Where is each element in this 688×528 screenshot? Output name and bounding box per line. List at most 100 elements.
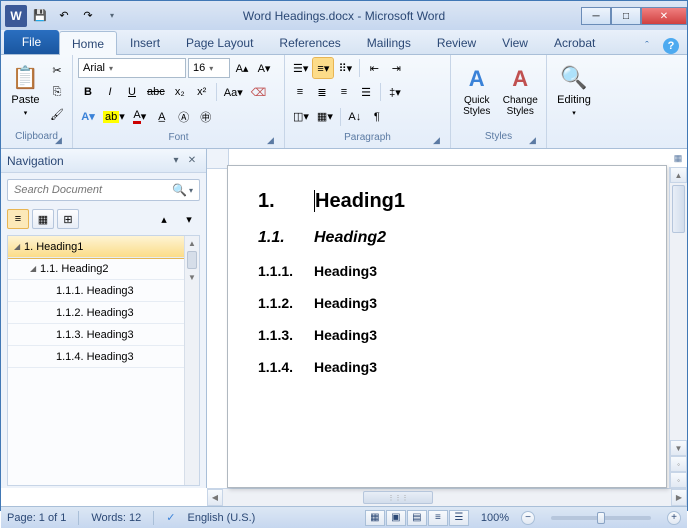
draft-view[interactable]: ☰ (449, 510, 469, 526)
nav-headings-view[interactable]: ≡ (7, 209, 29, 229)
tab-acrobat[interactable]: Acrobat (541, 30, 608, 54)
tab-view[interactable]: View (489, 30, 541, 54)
quick-styles-button[interactable]: A Quick Styles (456, 58, 498, 124)
nav-close-icon[interactable]: ✕ (184, 153, 200, 169)
proofing-icon[interactable]: ✓ (166, 511, 175, 524)
browse-next-icon[interactable]: ◦ (670, 472, 687, 488)
scroll-left-icon[interactable]: ◀ (207, 489, 223, 506)
web-view[interactable]: ▤ (407, 510, 427, 526)
status-page[interactable]: Page: 1 of 1 (7, 512, 66, 524)
doc-heading[interactable]: 1.1.2.Heading3 (258, 295, 636, 311)
borders-button[interactable]: ▦▾ (314, 107, 336, 127)
zoom-level[interactable]: 100% (481, 512, 509, 524)
highlight-button[interactable]: ab▾ (100, 107, 128, 127)
nav-results-view[interactable]: ⊞ (57, 209, 79, 229)
scroll-down-icon[interactable]: ▼ (670, 440, 687, 456)
bullets-button[interactable]: ☰▾ (290, 58, 311, 78)
doc-heading[interactable]: 1.1.4.Heading3 (258, 359, 636, 375)
expand-icon[interactable]: ◢ (30, 264, 40, 273)
tab-references[interactable]: References (266, 30, 353, 54)
align-center-button[interactable]: ≣ (312, 82, 332, 102)
nav-item[interactable]: 1.1.2. Heading3 (8, 302, 199, 324)
shading-button[interactable]: ◫▾ (290, 107, 312, 127)
font-name-combo[interactable]: Arial▾ (78, 58, 186, 78)
strike-button[interactable]: abc (144, 82, 168, 102)
zoom-out-button[interactable]: − (521, 511, 535, 525)
tab-home[interactable]: Home (59, 31, 117, 55)
document-page[interactable]: 1.Heading11.1.Heading21.1.1.Heading31.1.… (227, 165, 667, 488)
increase-indent-button[interactable]: ⇥ (386, 58, 406, 78)
horizontal-scrollbar[interactable]: ◀ ⋮⋮⋮ ▶ (207, 488, 687, 506)
fullscreen-view[interactable]: ▣ (386, 510, 406, 526)
redo-button[interactable]: ↷ (77, 5, 99, 27)
font-size-combo[interactable]: 16▾ (188, 58, 230, 78)
nav-item[interactable]: ◢1. Heading1 (8, 236, 199, 258)
scroll-right-icon[interactable]: ▶ (671, 489, 687, 506)
minimize-button[interactable]: ─ (581, 7, 611, 25)
font-color-button[interactable]: A▾ (130, 107, 150, 127)
nav-pages-view[interactable]: ▦ (32, 209, 54, 229)
maximize-button[interactable]: □ (611, 7, 641, 25)
font-launcher[interactable]: ◢ (267, 135, 279, 147)
subscript-button[interactable]: x₂ (170, 82, 190, 102)
sort-button[interactable]: A↓ (345, 107, 365, 127)
browse-prev-icon[interactable]: ◦ (670, 456, 687, 472)
clear-format-button[interactable]: ⌫ (248, 82, 270, 102)
scroll-up-icon[interactable]: ▲ (670, 167, 687, 183)
line-spacing-button[interactable]: ‡▾ (385, 82, 405, 102)
save-button[interactable]: 💾 (29, 5, 51, 27)
word-icon[interactable]: W (5, 5, 27, 27)
zoom-slider[interactable] (551, 516, 651, 520)
tab-file[interactable]: File (4, 30, 59, 54)
search-box[interactable]: 🔍 ▾ (7, 179, 200, 201)
phonetic-button[interactable]: ㊥ (196, 107, 216, 127)
doc-heading[interactable]: 1.Heading1 (258, 190, 636, 213)
italic-button[interactable]: I (100, 82, 120, 102)
nav-item[interactable]: 1.1.4. Heading3 (8, 346, 199, 368)
tab-insert[interactable]: Insert (117, 30, 173, 54)
minimize-ribbon-icon[interactable]: ˆ (639, 38, 655, 54)
doc-heading[interactable]: 1.1.1.Heading3 (258, 263, 636, 279)
format-painter-button[interactable]: 🖌 (47, 104, 67, 124)
help-icon[interactable]: ? (663, 38, 679, 54)
paragraph-launcher[interactable]: ◢ (433, 135, 445, 147)
nav-item[interactable]: 1.1.3. Heading3 (8, 324, 199, 346)
search-input[interactable] (14, 184, 172, 196)
expand-icon[interactable]: ◢ (14, 242, 24, 251)
outline-view[interactable]: ≡ (428, 510, 448, 526)
nav-next-icon[interactable]: ▾ (178, 209, 200, 229)
text-effects-button[interactable]: A▾ (78, 107, 98, 127)
close-button[interactable]: ✕ (641, 7, 687, 25)
nav-menu-icon[interactable]: ▾ (168, 153, 184, 169)
change-styles-button[interactable]: A Change Styles (500, 58, 542, 124)
show-marks-button[interactable]: ¶ (367, 107, 387, 127)
zoom-knob[interactable] (597, 512, 605, 524)
hscroll-thumb[interactable]: ⋮⋮⋮ (363, 491, 433, 504)
status-language[interactable]: English (U.S.) (187, 512, 255, 524)
document-area[interactable]: ▦ 1.Heading11.1.Heading21.1.1.Heading31.… (207, 149, 687, 488)
nav-item[interactable]: 1.1.1. Heading3 (8, 280, 199, 302)
status-words[interactable]: Words: 12 (91, 512, 141, 524)
nav-prev-icon[interactable]: ▴ (153, 209, 175, 229)
clipboard-launcher[interactable]: ◢ (55, 135, 67, 147)
decrease-indent-button[interactable]: ⇤ (364, 58, 384, 78)
change-case-button[interactable]: Aa▾ (221, 82, 246, 102)
bold-button[interactable]: B (78, 82, 98, 102)
align-left-button[interactable]: ≡ (290, 82, 310, 102)
tab-pagelayout[interactable]: Page Layout (173, 30, 266, 54)
tab-review[interactable]: Review (424, 30, 489, 54)
editing-button[interactable]: 🔍 Editing ▾ (552, 58, 596, 124)
search-icon[interactable]: 🔍 (172, 183, 187, 197)
copy-button[interactable]: ⎘ (47, 82, 67, 102)
align-right-button[interactable]: ≡ (334, 82, 354, 102)
char-border-button[interactable]: A̲ (152, 107, 172, 127)
tab-mailings[interactable]: Mailings (354, 30, 424, 54)
vertical-scrollbar[interactable]: ▲ ▼ ◦ ◦ (669, 167, 687, 488)
underline-button[interactable]: U (122, 82, 142, 102)
styles-launcher[interactable]: ◢ (529, 135, 541, 147)
justify-button[interactable]: ☰ (356, 82, 376, 102)
cut-button[interactable]: ✂ (47, 60, 67, 80)
print-layout-view[interactable]: ▦ (365, 510, 385, 526)
paste-button[interactable]: 📋 Paste ▾ (6, 58, 45, 124)
shrink-font-button[interactable]: A▾ (254, 58, 274, 78)
